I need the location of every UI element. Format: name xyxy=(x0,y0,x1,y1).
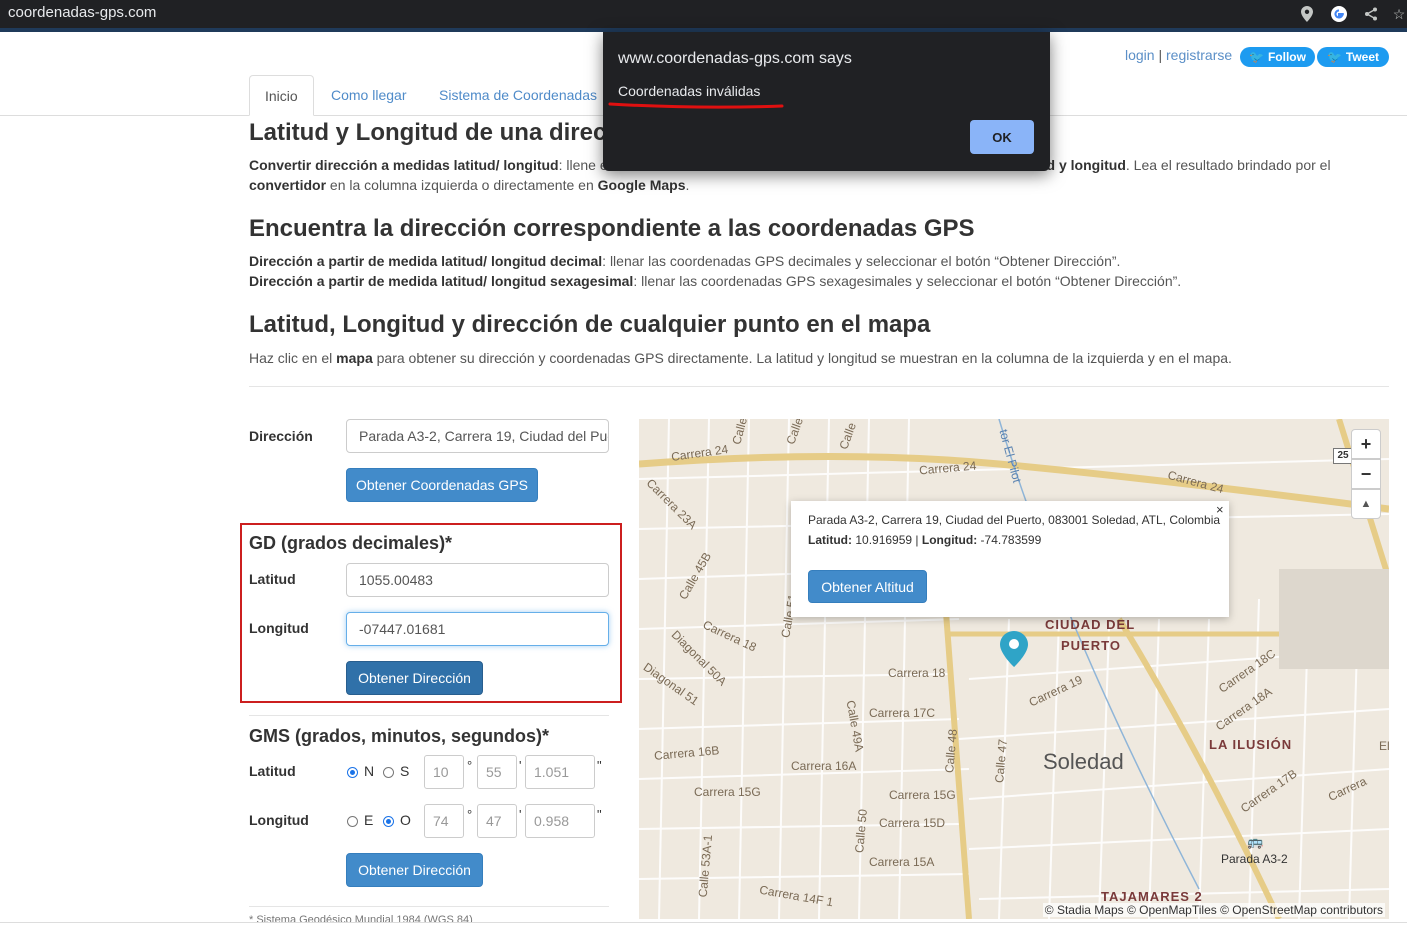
map-popup: Parada A3-2, Carrera 19, Ciudad del Puer… xyxy=(791,501,1229,617)
gd-latitude-label: Latitud xyxy=(249,571,296,587)
place-label: TAJAMARES 2 xyxy=(1101,889,1203,904)
map-marker-icon[interactable] xyxy=(1000,631,1028,672)
gd-get-address-button[interactable]: Obtener Dirección xyxy=(346,661,483,695)
radio-east-label: E xyxy=(364,812,374,828)
gms-lon-degrees-input[interactable]: 74 xyxy=(424,804,464,838)
gms-lon-minutes-input[interactable]: 47 xyxy=(477,804,517,838)
dialog-ok-button[interactable]: OK xyxy=(970,120,1034,154)
register-link[interactable]: registrarse xyxy=(1166,47,1232,63)
place-label: CIUDAD DEL xyxy=(1045,617,1136,632)
account-links: login | registrarse xyxy=(1125,47,1232,63)
bus-stop-icon[interactable]: 🚌 xyxy=(1247,834,1263,850)
place-label: PUERTO xyxy=(1061,638,1121,653)
street-label: Carrera 18 xyxy=(888,666,946,680)
url-bar[interactable]: coordenadas-gps.com xyxy=(8,4,156,21)
degree-symbol: ° xyxy=(467,758,473,773)
radio-north[interactable] xyxy=(347,767,358,778)
login-separator: | xyxy=(1158,47,1163,63)
alert-dialog: www.coordenadas-gps.com says Coordenadas… xyxy=(603,32,1050,171)
gd-longitude-input[interactable]: -07447.01681 xyxy=(346,612,609,646)
twitter-bird-icon: 🐦 xyxy=(1249,50,1264,64)
place-label: LA ILUSIÓN xyxy=(1209,737,1293,752)
street-label: Carrera 15G xyxy=(889,788,956,802)
city-label: Soledad xyxy=(1043,749,1124,774)
get-altitude-button[interactable]: Obtener Altitud xyxy=(808,570,927,603)
section-text-map: Haz clic en el mapa para obtener su dire… xyxy=(249,350,1232,366)
radio-south-label: S xyxy=(400,763,410,779)
street-label: El xyxy=(1379,739,1389,753)
map-view[interactable]: Carrera 24 Carrera 24 Carrera 24 Carrera… xyxy=(639,419,1389,919)
popup-address: Parada A3-2, Carrera 19, Ciudad del Puer… xyxy=(808,513,1221,527)
direccion-label: Dirección xyxy=(249,428,313,444)
radio-east[interactable] xyxy=(347,816,358,827)
section-title-reverse: Encuentra la dirección correspondiente a… xyxy=(249,215,975,242)
google-icon[interactable] xyxy=(1330,5,1348,23)
get-gps-coordinates-button[interactable]: Obtener Coordenadas GPS xyxy=(346,468,538,502)
gms-latitude-label: Latitud xyxy=(249,763,296,779)
section-text-reverse: Dirección a partir de medida latitud/ lo… xyxy=(249,253,1182,289)
radio-west-label: O xyxy=(400,812,411,828)
gms-get-address-button[interactable]: Obtener Dirección xyxy=(346,853,483,887)
street-label: Carrera 15D xyxy=(879,816,946,830)
road-shield: 25 xyxy=(1333,448,1353,464)
gms-latitude-group: 10 ° 55 ' 1.051 " xyxy=(424,755,614,789)
street-label: Carrera 15G xyxy=(694,785,761,799)
section-divider xyxy=(249,386,1389,387)
popup-close-icon[interactable]: × xyxy=(1216,502,1224,517)
reset-bearing-button[interactable]: ▲ xyxy=(1351,489,1381,519)
industrial-area xyxy=(1279,569,1389,669)
minute-symbol: ' xyxy=(519,807,522,822)
star-icon[interactable]: ☆ xyxy=(1390,5,1407,23)
radio-north-label: N xyxy=(364,763,375,779)
twitter-tweet-button[interactable]: 🐦 Tweet xyxy=(1317,47,1389,67)
street-label: Carrera 15A xyxy=(869,855,935,869)
zoom-out-button[interactable]: − xyxy=(1351,459,1381,489)
degree-symbol: ° xyxy=(467,807,473,822)
gd-title: GD (grados decimales)* xyxy=(249,533,453,553)
twitter-bird-icon: 🐦 xyxy=(1326,50,1342,64)
gms-lat-seconds-input[interactable]: 1.051 xyxy=(525,755,595,789)
second-symbol: " xyxy=(597,758,602,773)
gms-longitude-label: Longitud xyxy=(249,812,309,828)
footnote-divider xyxy=(249,906,609,907)
dialog-message: Coordenadas inválidas xyxy=(618,83,761,99)
gms-lon-seconds-input[interactable]: 0.958 xyxy=(525,804,595,838)
section-title-map: Latitud, Longitud y dirección de cualqui… xyxy=(249,311,931,338)
bus-stop-label: Parada A3-2 xyxy=(1221,852,1288,866)
tab-inicio[interactable]: Inicio xyxy=(249,75,314,116)
gms-lat-minutes-input[interactable]: 55 xyxy=(477,755,517,789)
gms-title: GMS (grados, minutos, segundos)* xyxy=(249,726,550,746)
section-title-direccion: Latitud y Longitud de una direcci xyxy=(249,119,627,146)
dialog-title: www.coordenadas-gps.com says xyxy=(618,50,852,67)
popup-coordinates: Latitud: 10.916959 | Longitud: -74.78359… xyxy=(808,533,1042,547)
location-pin-icon[interactable] xyxy=(1298,5,1316,23)
share-icon[interactable] xyxy=(1362,5,1380,23)
gms-lat-degrees-input[interactable]: 10 xyxy=(424,755,464,789)
gms-divider xyxy=(249,715,609,716)
second-symbol: " xyxy=(597,807,602,822)
map-attribution[interactable]: © Stadia Maps © OpenMapTiles © OpenStree… xyxy=(1042,903,1385,917)
radio-west[interactable] xyxy=(383,816,394,827)
direccion-input[interactable]: Parada A3-2, Carrera 19, Ciudad del Pue xyxy=(346,419,609,453)
tab-sistema-coordenadas[interactable]: Sistema de Coordenadas xyxy=(424,75,612,115)
zoom-in-button[interactable]: + xyxy=(1351,429,1381,459)
street-label: Carrera 17C xyxy=(869,706,936,720)
minute-symbol: ' xyxy=(519,758,522,773)
gd-latitude-input[interactable]: 1055.00483 xyxy=(346,563,609,597)
gms-longitude-group: 74 ° 47 ' 0.958 " xyxy=(424,804,614,838)
street-label: Carrera 16A xyxy=(791,759,857,773)
radio-south[interactable] xyxy=(383,767,394,778)
twitter-follow-button[interactable]: 🐦 Follow xyxy=(1240,47,1315,67)
tab-como-llegar[interactable]: Como llegar xyxy=(316,75,421,115)
browser-top-bar: coordenadas-gps.com ☆ xyxy=(0,0,1407,28)
red-underline-annotation xyxy=(608,102,784,109)
login-link[interactable]: login xyxy=(1125,47,1155,63)
gd-longitude-label: Longitud xyxy=(249,620,309,636)
